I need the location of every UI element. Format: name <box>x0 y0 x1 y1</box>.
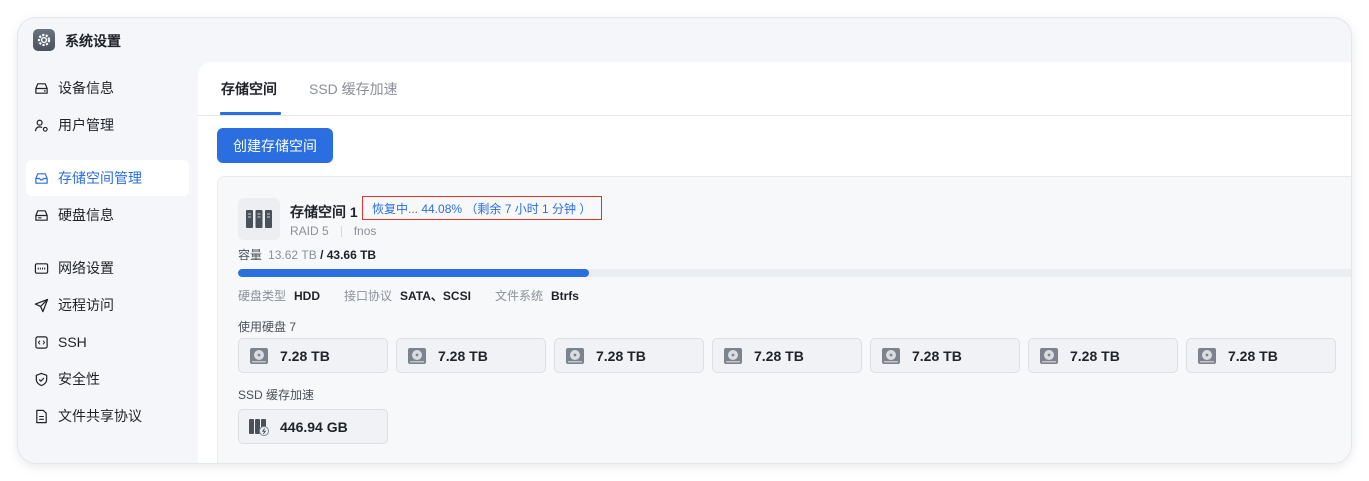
filesystem-value: Btrfs <box>550 288 579 303</box>
sidebar-item-user-management[interactable]: 用户管理 <box>26 107 189 143</box>
disk-size: 7.28 TB <box>1070 347 1120 364</box>
capacity-label: 容量 <box>238 248 263 262</box>
settings-window: 系统设置 设备信息 用户管理 存储空间管理 硬盘信息 网络设置 远程访问 SSH… <box>18 18 1351 463</box>
titlebar: 系统设置 <box>18 18 1351 62</box>
tab-bar: 存储空间 SSD 缓存加速 <box>198 62 1351 116</box>
disk-chip[interactable]: 7.28 TB <box>554 338 704 373</box>
disk-type-label: 硬盘类型 <box>238 289 287 303</box>
filesystem-label: 文件系统 <box>494 289 543 303</box>
sidebar-item-label: 网络设置 <box>58 260 114 276</box>
shield-icon <box>33 371 49 387</box>
disk-chip[interactable]: 7.28 TB <box>1028 338 1178 373</box>
network-icon <box>33 260 49 276</box>
disk-size: 7.28 TB <box>912 347 962 364</box>
disks-section-label: 使用硬盘 7 <box>238 320 297 334</box>
sidebar-item-label: 安全性 <box>58 371 100 387</box>
storage-icon <box>33 170 49 186</box>
sidebar-item-ssh[interactable]: SSH <box>26 324 189 360</box>
disk-chip[interactable]: 7.28 TB <box>712 338 862 373</box>
disk-chip[interactable]: 7.28 TB <box>238 338 388 373</box>
sidebar-item-security[interactable]: 安全性 <box>26 361 189 397</box>
send-icon <box>33 297 49 313</box>
sidebar-item-label: 用户管理 <box>58 117 114 133</box>
raid-level: RAID 5 <box>290 224 329 238</box>
hdd-icon <box>406 345 428 367</box>
hdd-icon <box>880 345 902 367</box>
interface-value: SATA、SCSI <box>400 289 471 303</box>
hdd-icon <box>248 345 270 367</box>
main-panel: 存储空间 SSD 缓存加速 创建存储空间 存储空间 1 恢复中... 44.08… <box>198 62 1351 463</box>
hdd-icon <box>564 345 586 367</box>
sidebar-item-label: 存储空间管理 <box>58 170 142 186</box>
disk-chip[interactable]: 7.28 TB <box>396 338 546 373</box>
sidebar-item-storage-management[interactable]: 存储空间管理 <box>26 160 189 196</box>
disk-size: 7.28 TB <box>596 347 646 364</box>
capacity-progress-bar <box>238 269 1351 277</box>
pool-meta: RAID 5 fnos <box>290 224 376 238</box>
pool-volume-name: fnos <box>353 224 377 238</box>
ssd-chip[interactable]: 446.94 GB <box>238 409 388 444</box>
sidebar-item-file-sharing[interactable]: 文件共享协议 <box>26 398 189 434</box>
terminal-icon <box>33 334 49 350</box>
sidebar-item-network[interactable]: 网络设置 <box>26 250 189 286</box>
tab-ssd-cache[interactable]: SSD 缓存加速 <box>309 79 398 99</box>
pool-properties: 硬盘类型 HDD 接口协议 SATA、SCSI 文件系统 Btrfs <box>238 287 603 304</box>
rebuild-status-text: 恢复中... 44.08% （剩余 7 小时 1 分钟 ） <box>372 201 592 216</box>
status-badge: 恢复中... 44.08% （剩余 7 小时 1 分钟 ） <box>362 196 602 220</box>
capacity-total: / 43.66 TB <box>320 248 377 262</box>
window-title: 系统设置 <box>65 33 121 49</box>
disk-type-value: HDD <box>294 288 321 303</box>
interface-label: 接口协议 <box>344 289 393 303</box>
hdd-icon <box>1196 345 1218 367</box>
divider <box>340 225 342 237</box>
sidebar: 设备信息 用户管理 存储空间管理 硬盘信息 网络设置 远程访问 SSH 安全性 … <box>18 62 198 463</box>
ssd-size: 446.94 GB <box>280 418 348 435</box>
users-icon <box>33 117 49 133</box>
harddisk-icon <box>33 207 49 223</box>
sidebar-item-label: 文件共享协议 <box>58 408 142 424</box>
sidebar-item-device-info[interactable]: 设备信息 <box>26 70 189 106</box>
sidebar-item-remote-access[interactable]: 远程访问 <box>26 287 189 323</box>
device-icon <box>33 80 49 96</box>
capacity-readout: 容量 13.62 TB / 43.66 TB <box>238 246 376 263</box>
disk-chip[interactable]: 7.28 TB <box>870 338 1020 373</box>
active-tab-indicator <box>220 112 281 115</box>
sidebar-item-label: 硬盘信息 <box>58 207 114 223</box>
sidebar-item-label: 设备信息 <box>58 80 114 96</box>
disk-size: 7.28 TB <box>280 347 330 364</box>
tab-storage-space[interactable]: 存储空间 <box>221 79 277 99</box>
sidebar-item-label: 远程访问 <box>58 297 114 313</box>
disk-size: 7.28 TB <box>1228 347 1278 364</box>
disk-size: 7.28 TB <box>754 347 804 364</box>
sidebar-item-disk-info[interactable]: 硬盘信息 <box>26 197 189 233</box>
sidebar-item-label: SSH <box>58 334 87 350</box>
capacity-used: 13.62 TB <box>268 248 317 262</box>
document-icon <box>33 408 49 424</box>
create-storage-button[interactable]: 创建存储空间 <box>217 128 333 163</box>
ssd-section-label: SSD 缓存加速 <box>238 388 315 402</box>
raid-array-icon <box>238 198 280 240</box>
disk-chip[interactable]: 7.28 TB <box>1186 338 1336 373</box>
capacity-progress-fill <box>238 269 589 277</box>
hdd-icon <box>722 345 744 367</box>
storage-pool-card[interactable]: 存储空间 1 恢复中... 44.08% （剩余 7 小时 1 分钟 ） RAI… <box>217 176 1351 463</box>
hdd-icon <box>1038 345 1060 367</box>
pool-name: 存储空间 1 <box>290 204 358 220</box>
disk-size: 7.28 TB <box>438 347 488 364</box>
gear-icon <box>33 29 55 51</box>
ssd-cache-icon <box>248 416 270 438</box>
